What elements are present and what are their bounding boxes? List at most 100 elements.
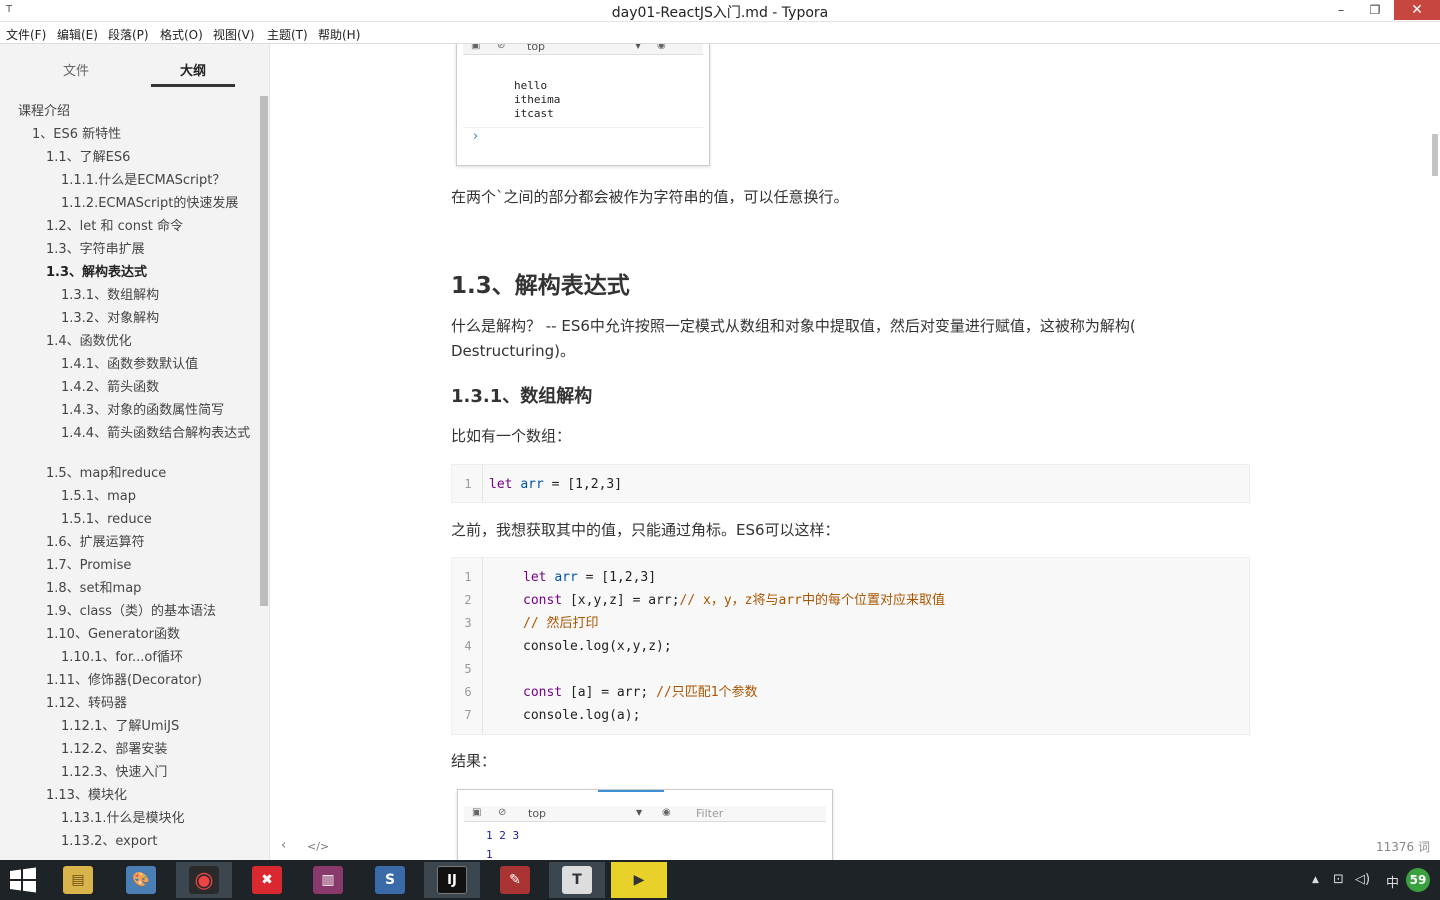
- clear-console-icon: ⊘: [497, 44, 506, 51]
- code-block-1[interactable]: 1 let arr = [1,2,3]: [451, 464, 1250, 503]
- outline-item[interactable]: 1.10.1、for...of循环: [61, 650, 183, 666]
- outline-item[interactable]: 1.4、函数优化: [46, 334, 132, 350]
- outline-item[interactable]: 1.5、map和reduce: [46, 466, 166, 482]
- outline-item[interactable]: 1.13、模块化: [46, 788, 127, 804]
- code-line: 3 // 然后打印: [464, 616, 599, 631]
- outline-item[interactable]: 1.8、set和map: [46, 581, 141, 597]
- active-tab-indicator: [151, 84, 235, 87]
- outline-item[interactable]: 1.12.2、部署安装: [61, 742, 167, 758]
- taskbar-app[interactable]: ✎: [487, 862, 543, 898]
- taskbar-app[interactable]: ◉: [176, 862, 232, 898]
- outline-item[interactable]: 1.5.1、map: [61, 489, 136, 505]
- outline-item[interactable]: 1.12、转码器: [46, 696, 127, 712]
- code-line: 1 let arr = [1,2,3]: [464, 477, 623, 492]
- outline-item[interactable]: 1.4.1、函数参数默认值: [61, 357, 198, 373]
- close-button[interactable]: ✕: [1394, 0, 1440, 20]
- heading-array-destructuring: 1.3.1、数组解构: [451, 386, 593, 407]
- window-title: day01-ReactJS入门.md - Typora: [611, 5, 829, 21]
- outline-item[interactable]: 1.13.2、export: [61, 834, 157, 850]
- taskbar-app[interactable]: S: [362, 862, 418, 898]
- typora-icon: T: [562, 866, 592, 894]
- outline-item[interactable]: 1.2、let 和 const 命令: [46, 219, 183, 235]
- intellij-icon: IJ: [437, 866, 467, 894]
- restore-button[interactable]: ❐: [1358, 0, 1392, 20]
- menu-theme[interactable]: 主题(T): [267, 26, 308, 43]
- eye-icon: ◉: [662, 807, 671, 818]
- notepad-icon: ✎: [500, 866, 530, 894]
- heading-destructuring: 1.3、解构表达式: [451, 273, 630, 299]
- tray-overflow-icon[interactable]: ▲: [1312, 875, 1319, 885]
- outline-item[interactable]: 1.9、class（类）的基本语法: [46, 604, 216, 620]
- outline-item[interactable]: 1.1.2.ECMAScript的快速发展: [61, 196, 238, 212]
- outline-item[interactable]: 1.4.3、对象的函数属性简写: [61, 403, 224, 419]
- outline-item[interactable]: 课程介绍: [18, 104, 70, 120]
- winrar-icon: ▥: [313, 866, 343, 894]
- tray-badge[interactable]: 59: [1406, 868, 1430, 892]
- chevron-down-icon: ▼: [636, 808, 643, 817]
- code-block-2[interactable]: 1 let arr = [1,2,3] 2 const [x,y,z] = ar…: [451, 557, 1250, 735]
- outline-item[interactable]: 1.12.3、快速入门: [61, 765, 167, 781]
- paragraph-before: 之前，我想获取其中的值，只能通过角标。ES6可以这样：: [451, 521, 840, 539]
- code-line: 1 let arr = [1,2,3]: [464, 570, 657, 585]
- windows-start-icon[interactable]: [8, 866, 38, 894]
- menu-format[interactable]: 格式(O): [160, 26, 203, 43]
- menu-edit[interactable]: 编辑(E): [57, 26, 98, 43]
- outline-item-active[interactable]: 1.3、解构表达式: [46, 265, 147, 281]
- outline-item[interactable]: 1.13.1.什么是模块化: [61, 811, 184, 827]
- console-line: itheima: [514, 93, 561, 106]
- outline-item[interactable]: 1.6、扩展运算符: [46, 535, 145, 551]
- sublime-icon: S: [375, 866, 405, 894]
- outline-item[interactable]: 1.7、Promise: [46, 558, 131, 574]
- taskbar-app[interactable]: 🎨: [113, 862, 169, 898]
- outline-item[interactable]: 1.1.1.什么是ECMAScript？: [61, 173, 225, 189]
- outline-item[interactable]: 1.3、字符串扩展: [46, 242, 145, 258]
- source-code-toggle-icon[interactable]: </>: [307, 840, 329, 853]
- menu-file[interactable]: 文件(F): [6, 26, 46, 43]
- outline-item[interactable]: 1.3.1、数组解构: [61, 288, 159, 304]
- taskbar-app[interactable]: IJ: [424, 862, 480, 898]
- code-line: 2 const [x,y,z] = arr;// x，y，z将与arr中的每个位…: [464, 593, 945, 608]
- paragraph-example: 比如有一个数组：: [451, 427, 572, 445]
- taskbar-app[interactable]: ▤: [50, 862, 106, 898]
- outline-item[interactable]: 1.5.1、reduce: [61, 512, 152, 528]
- menu-help[interactable]: 帮助(H): [318, 26, 360, 43]
- paragraph-what-is-destructuring: 什么是解构？ -- ES6中允许按照一定模式从数组和对象中提取值，然后对变量进行…: [451, 317, 1136, 335]
- sidebar: 文件 大纲 课程介绍 1、ES6 新特性 1.1、了解ES6 1.1.1.什么是…: [0, 44, 270, 860]
- taskbar-app[interactable]: ✖: [239, 862, 295, 898]
- minimize-button[interactable]: –: [1324, 0, 1358, 20]
- outline-item[interactable]: 1.4.4、箭头函数结合解构表达式: [61, 426, 251, 442]
- word-count[interactable]: 11376 词: [1376, 838, 1430, 855]
- outline-item[interactable]: 1.1、了解ES6: [46, 150, 130, 166]
- menu-paragraph[interactable]: 段落(P): [108, 26, 149, 43]
- taskbar-app[interactable]: ▶: [611, 862, 667, 898]
- title-bar: T day01-ReactJS入门.md - Typora – ❐ ✕: [0, 0, 1440, 22]
- sidebar-scrollbar[interactable]: [260, 96, 268, 606]
- console-screenshot-bottom: ▣ ⊘ top ▼ ◉ Filter 1 2 3 1: [457, 789, 833, 860]
- volume-icon[interactable]: ◁): [1355, 872, 1370, 887]
- outline-item[interactable]: 1、ES6 新特性: [32, 127, 121, 143]
- paragraph-what-is-destructuring-2: Destructuring)。: [451, 342, 575, 360]
- taskbar-app[interactable]: T: [549, 862, 605, 898]
- console-toolbar: ▣ ⊘ top ▼ ◉ Filter: [464, 806, 826, 822]
- editor-area: ▣ ⊘ top ▼ ◉ hello itheima itcast › 在两个`之…: [270, 44, 1440, 860]
- chevron-down-icon: ▼: [635, 44, 642, 50]
- console-line: 1: [486, 848, 493, 860]
- tab-outline[interactable]: 大纲: [153, 60, 233, 79]
- editor-scrollbar[interactable]: [1432, 134, 1438, 176]
- outline-item[interactable]: 1.12.1、了解UmiJS: [61, 719, 179, 735]
- outline-item[interactable]: 1.11、修饰器(Decorator): [46, 673, 202, 689]
- tab-files[interactable]: 文件: [36, 60, 116, 79]
- ime-indicator[interactable]: 中: [1386, 872, 1399, 891]
- network-icon[interactable]: ⊡: [1333, 872, 1344, 887]
- outline-item[interactable]: 1.10、Generator函数: [46, 627, 180, 643]
- outline-item[interactable]: 1.3.2、对象解构: [61, 311, 159, 327]
- back-arrow-icon[interactable]: ‹: [281, 838, 286, 853]
- panel-toggle-icon: ▣: [471, 44, 481, 51]
- taskbar-app[interactable]: ▥: [300, 862, 356, 898]
- console-line: hello: [514, 79, 548, 92]
- filter-input: Filter: [696, 807, 724, 820]
- xmind-icon: ✖: [252, 866, 282, 894]
- menu-view[interactable]: 视图(V): [213, 26, 255, 43]
- outline-item[interactable]: 1.4.2、箭头函数: [61, 380, 159, 396]
- console-screenshot-top: ▣ ⊘ top ▼ ◉ hello itheima itcast ›: [456, 44, 710, 166]
